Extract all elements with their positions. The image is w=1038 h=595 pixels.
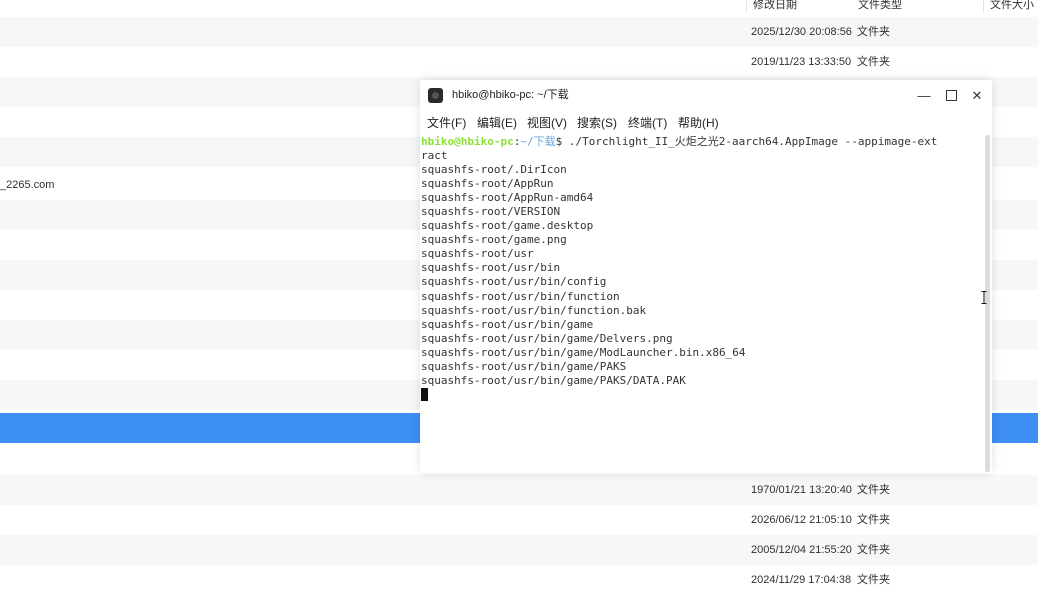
close-icon: ✕ bbox=[971, 88, 983, 103]
prompt-symbol: $ bbox=[555, 135, 569, 148]
close-button[interactable]: ✕ bbox=[967, 86, 987, 106]
minimize-button[interactable]: — bbox=[914, 86, 934, 106]
file-row[interactable]: 1970/01/21 13:20:40 文件夹 bbox=[0, 475, 1038, 505]
column-file-size[interactable]: 文件大小 bbox=[983, 0, 1038, 12]
terminal-app-icon bbox=[428, 88, 443, 103]
command-line-wrap: ract bbox=[421, 149, 448, 163]
prompt-path: ~/下载 bbox=[520, 135, 556, 148]
output-line: squashfs-root/VERSION bbox=[421, 205, 561, 219]
terminal-output[interactable]: hbiko@hbiko-pc:~/下载$ ./Torchlight_II_火炬之… bbox=[421, 135, 983, 465]
menu-terminal[interactable]: 终端(T) bbox=[628, 113, 667, 133]
file-type: 文件夹 bbox=[857, 56, 890, 68]
terminal-cursor bbox=[421, 387, 428, 401]
output-line: squashfs-root/usr bbox=[421, 247, 534, 261]
file-date: 2019/11/23 13:33:50 bbox=[751, 56, 852, 68]
file-date: 2026/06/12 21:05:10 bbox=[751, 514, 852, 526]
file-type: 文件夹 bbox=[857, 484, 890, 496]
file-date: 2024/11/29 17:04:38 bbox=[751, 574, 852, 586]
minimize-icon: — bbox=[917, 88, 931, 103]
output-line: squashfs-root/usr/bin/game/PAKS/DATA.PAK bbox=[421, 373, 686, 387]
output-line: squashfs-root/usr/bin/game/Delvers.png bbox=[421, 331, 673, 345]
window-title: hbiko@hbiko-pc: ~/下载 bbox=[452, 89, 569, 101]
command-text: ./Torchlight_II_火炬之光2-aarch64.AppImage -… bbox=[568, 135, 938, 148]
column-file-type[interactable]: 文件类型 bbox=[852, 0, 983, 12]
file-name: _2265.com bbox=[0, 179, 55, 191]
file-type: 文件夹 bbox=[857, 544, 890, 556]
output-line: squashfs-root/AppRun-amd64 bbox=[421, 191, 594, 205]
file-row[interactable]: 2005/12/04 21:55:20 文件夹 bbox=[0, 535, 1038, 565]
prompt-user: hbiko@hbiko-pc bbox=[421, 135, 514, 148]
output-line: squashfs-root/game.png bbox=[421, 233, 567, 247]
maximize-icon bbox=[945, 90, 957, 102]
output-line: squashfs-root/usr/bin/config bbox=[421, 275, 607, 289]
file-date: 1970/01/21 13:20:40 bbox=[751, 484, 852, 496]
output-lines: squashfs-root/.DirIcon squashfs-root/App… bbox=[421, 163, 983, 388]
terminal-window[interactable]: hbiko@hbiko-pc: ~/下载 — ✕ 文件(F) 编辑(E) 视图(… bbox=[420, 80, 992, 473]
file-row[interactable]: 2026/06/12 21:05:10 文件夹 bbox=[0, 505, 1038, 535]
menu-edit[interactable]: 编辑(E) bbox=[477, 113, 517, 133]
menu-search[interactable]: 搜索(S) bbox=[577, 113, 617, 133]
menu-view[interactable]: 视图(V) bbox=[527, 113, 567, 133]
output-line: squashfs-root/usr/bin bbox=[421, 261, 561, 275]
output-line: squashfs-root/game.desktop bbox=[421, 219, 594, 233]
output-line: squashfs-root/AppRun bbox=[421, 177, 554, 191]
menu-file[interactable]: 文件(F) bbox=[427, 113, 466, 133]
output-line: squashfs-root/usr/bin/function bbox=[421, 289, 620, 303]
output-line: squashfs-root/usr/bin/game/PAKS bbox=[421, 359, 627, 373]
file-type: 文件夹 bbox=[857, 514, 890, 526]
cursor-line bbox=[421, 387, 983, 402]
file-type: 文件夹 bbox=[857, 26, 890, 38]
file-date: 2025/12/30 20:08:56 bbox=[751, 26, 852, 38]
command-line: hbiko@hbiko-pc:~/下载$ ./Torchlight_II_火炬之… bbox=[421, 135, 983, 149]
file-list-header: 修改日期 文件类型 文件大小 bbox=[0, 0, 1038, 18]
file-row[interactable]: 2024/11/29 17:04:38 文件夹 bbox=[0, 565, 1038, 590]
file-date: 2005/12/04 21:55:20 bbox=[751, 544, 852, 556]
menu-help[interactable]: 帮助(H) bbox=[678, 113, 719, 133]
terminal-titlebar[interactable]: hbiko@hbiko-pc: ~/下载 — ✕ bbox=[420, 80, 992, 111]
file-row[interactable]: 2019/11/23 13:33:50 文件夹 bbox=[0, 47, 1038, 77]
output-line: squashfs-root/usr/bin/game bbox=[421, 317, 594, 331]
maximize-button[interactable] bbox=[941, 86, 961, 106]
output-line: squashfs-root/usr/bin/game/ModLauncher.b… bbox=[421, 345, 746, 359]
terminal-menubar: 文件(F) 编辑(E) 视图(V) 搜索(S) 终端(T) 帮助(H) bbox=[420, 113, 992, 133]
file-row[interactable]: 2025/12/30 20:08:56 文件夹 bbox=[0, 17, 1038, 47]
output-line: squashfs-root/usr/bin/function.bak bbox=[421, 303, 647, 317]
output-line: squashfs-root/.DirIcon bbox=[421, 163, 567, 177]
text-cursor-icon bbox=[981, 291, 987, 304]
file-type: 文件夹 bbox=[857, 574, 890, 586]
